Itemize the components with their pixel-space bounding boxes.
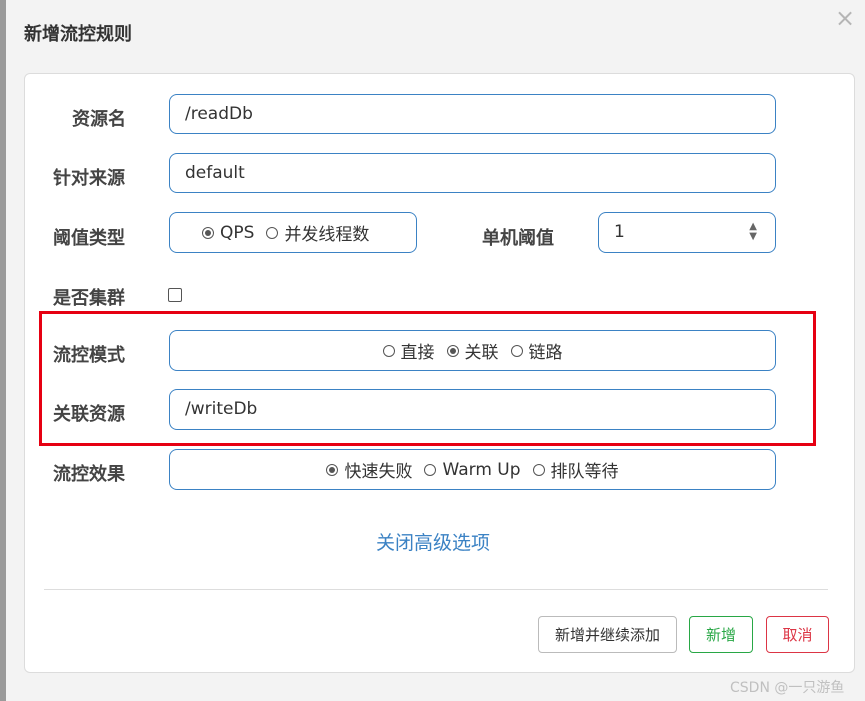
- footer-divider: [44, 589, 828, 590]
- ref-resource-label: 关联资源: [53, 404, 125, 425]
- threshold-type-label: 阈值类型: [53, 228, 125, 249]
- control-behavior-label: 流控效果: [53, 464, 125, 485]
- option-label: 并发线程数: [284, 225, 370, 245]
- radio-selected-icon: [202, 226, 214, 239]
- watermark: CSDN @一只游鱼: [730, 680, 845, 696]
- option-label: 快速失败: [344, 462, 413, 482]
- strategy-option-relate[interactable]: 关联: [446, 338, 499, 363]
- ref-resource-input[interactable]: /writeDb: [169, 389, 776, 430]
- strategy-option-direct[interactable]: 直接: [382, 338, 435, 363]
- radio-selected-icon: [446, 344, 459, 357]
- threshold-type-radio-group: QPS 并发线程数: [169, 212, 417, 253]
- option-label: 关联: [464, 343, 499, 363]
- single-threshold-input[interactable]: 1 ▲ ▼: [598, 212, 776, 253]
- limit-app-input[interactable]: default: [169, 153, 776, 193]
- single-threshold-value: 1: [614, 222, 625, 242]
- threshold-type-option-threads[interactable]: 并发线程数: [266, 220, 369, 245]
- control-behavior-option-queue[interactable]: 排队等待: [532, 457, 619, 482]
- option-label: 排队等待: [550, 462, 619, 482]
- dialog-title: 新增流控规则: [24, 24, 132, 45]
- option-label: 链路: [528, 343, 563, 363]
- cluster-mode-label: 是否集群: [53, 288, 125, 309]
- threshold-type-option-qps[interactable]: QPS: [202, 223, 254, 243]
- radio-unselected-icon: [532, 463, 545, 476]
- number-spinner-icon[interactable]: ▲ ▼: [749, 222, 757, 242]
- control-behavior-option-warm-up[interactable]: Warm Up: [424, 459, 521, 480]
- resource-name-input[interactable]: /readDb: [169, 94, 776, 134]
- single-threshold-label: 单机阈值: [482, 228, 554, 249]
- cluster-mode-checkbox[interactable]: [168, 288, 182, 302]
- control-behavior-option-fast-fail[interactable]: 快速失败: [326, 457, 412, 482]
- radio-unselected-icon: [424, 463, 437, 476]
- radio-unselected-icon: [266, 226, 279, 239]
- limit-app-label: 针对来源: [53, 168, 125, 189]
- cancel-button[interactable]: 取消: [766, 616, 829, 653]
- option-label: 直接: [400, 343, 435, 363]
- add-button[interactable]: 新增: [689, 616, 753, 653]
- radio-unselected-icon: [510, 344, 523, 357]
- strategy-label: 流控模式: [53, 345, 125, 366]
- radio-unselected-icon: [382, 344, 395, 357]
- option-label: QPS: [220, 222, 255, 243]
- radio-selected-icon: [326, 463, 339, 476]
- strategy-option-chain[interactable]: 链路: [510, 338, 563, 363]
- control-behavior-radio-group: 快速失败 Warm Up 排队等待: [169, 449, 776, 490]
- resource-name-label: 资源名: [72, 109, 126, 130]
- close-icon[interactable]: ×: [835, 4, 855, 32]
- add-and-continue-button[interactable]: 新增并继续添加: [538, 616, 677, 653]
- strategy-radio-group: 直接 关联 链路: [169, 330, 776, 371]
- option-label: Warm Up: [442, 459, 521, 480]
- toggle-advanced-options-link[interactable]: 关闭高级选项: [376, 528, 490, 555]
